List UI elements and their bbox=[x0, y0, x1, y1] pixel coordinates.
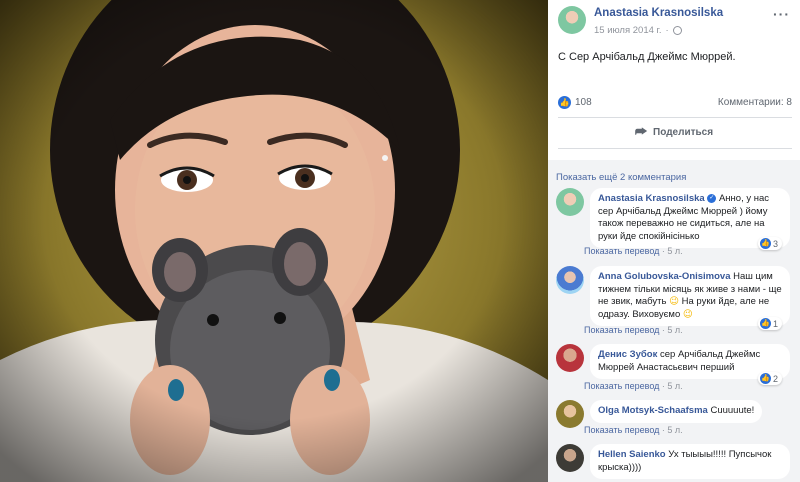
comment-item: Anastasia Krasnosilska ✓ Анно, у нас сер… bbox=[556, 188, 792, 248]
reaction-count: 2 bbox=[773, 373, 779, 384]
comment-reactions[interactable]: 👍 3 bbox=[758, 237, 783, 250]
post-date[interactable]: 15 июля 2014 г. bbox=[594, 25, 661, 36]
commenter-name[interactable]: Денис Зубок bbox=[598, 349, 657, 360]
likes-summary[interactable]: 👍 108 bbox=[558, 96, 592, 109]
commenter-name[interactable]: Olga Motsyk-Schaafsma bbox=[598, 405, 708, 416]
commenter-avatar[interactable] bbox=[556, 344, 584, 372]
photo-illustration bbox=[0, 0, 548, 482]
commenter-name[interactable]: Anastasia Krasnosilska bbox=[598, 193, 705, 204]
translate-link[interactable]: Показать перевод bbox=[584, 425, 659, 435]
reaction-count: 1 bbox=[773, 318, 779, 329]
comment-reactions[interactable]: 👍 1 bbox=[758, 317, 783, 330]
dot-separator: · bbox=[661, 381, 665, 391]
comment-actions: Показать перевод · 5 л. bbox=[584, 381, 683, 391]
commenter-avatar[interactable] bbox=[556, 444, 584, 472]
comment-item: Hellen Saienko Ух тыыыы!!!!! Пупсычок кр… bbox=[556, 444, 792, 479]
comment-time[interactable]: 5 л. bbox=[667, 325, 682, 335]
wink-emoji-icon: 😉 bbox=[669, 296, 679, 307]
like-icon: 👍 bbox=[760, 238, 771, 249]
commenter-name[interactable]: Anna Golubovska-Onisimova bbox=[598, 271, 731, 282]
share-label: Поделиться bbox=[653, 126, 714, 138]
post-author[interactable]: Anastasia Krasnosilska bbox=[594, 6, 723, 20]
more-options-icon[interactable]: ··· bbox=[773, 6, 790, 22]
post-text: С Сер Арчібальд Джеймс Мюррей. bbox=[558, 51, 736, 63]
comment-item: Olga Motsyk-Schaafsma Cuuuuute! bbox=[556, 400, 792, 428]
comments-count[interactable]: Комментарии: 8 bbox=[718, 97, 792, 108]
author-avatar[interactable] bbox=[558, 6, 586, 34]
like-icon: 👍 bbox=[558, 96, 571, 109]
dot-separator: · bbox=[661, 325, 665, 335]
translate-link[interactable]: Показать перевод bbox=[584, 325, 659, 335]
comment-bubble: Hellen Saienko Ух тыыыы!!!!! Пупсычок кр… bbox=[590, 444, 790, 479]
comments-area: Показать ещё 2 комментария Anastasia Kra… bbox=[548, 160, 800, 482]
post-panel: Anastasia Krasnosilska 15 июля 2014 г. ·… bbox=[548, 0, 800, 482]
comment-time[interactable]: 5 л. bbox=[667, 381, 682, 391]
comment-reactions[interactable]: 👍 2 bbox=[758, 372, 783, 385]
comment-time[interactable]: 5 л. bbox=[667, 425, 682, 435]
comment-bubble: Anna Golubovska-Onisimova Наш цим тижнем… bbox=[590, 266, 790, 326]
share-button[interactable]: ⮫ Поделиться bbox=[548, 122, 800, 142]
share-icon: ⮫ bbox=[634, 124, 648, 139]
likes-count: 108 bbox=[575, 97, 592, 108]
comment-item: Денис Зубок сер Арчібальд Джеймс Мюррей … bbox=[556, 344, 792, 379]
like-icon: 👍 bbox=[760, 318, 771, 329]
comment-actions: Показать перевод · 5 л. bbox=[584, 325, 683, 335]
divider bbox=[558, 117, 792, 118]
comment-text: Cuuuuute! bbox=[710, 405, 755, 416]
verified-icon: ✓ bbox=[707, 193, 717, 203]
meta-separator: · bbox=[665, 25, 669, 36]
divider bbox=[558, 148, 792, 149]
translate-link[interactable]: Показать перевод bbox=[584, 246, 659, 256]
comment-item: Anna Golubovska-Onisimova Наш цим тижнем… bbox=[556, 266, 792, 326]
dot-separator: · bbox=[661, 246, 665, 256]
commenter-avatar[interactable] bbox=[556, 400, 584, 428]
post-header: Anastasia Krasnosilska 15 июля 2014 г. · bbox=[558, 6, 723, 36]
comment-time[interactable]: 5 л. bbox=[667, 246, 682, 256]
post-photo[interactable] bbox=[0, 0, 548, 482]
post-meta: 15 июля 2014 г. · bbox=[594, 25, 723, 36]
commenter-avatar[interactable] bbox=[556, 266, 584, 294]
commenter-avatar[interactable] bbox=[556, 188, 584, 216]
commenter-name[interactable]: Hellen Saienko bbox=[598, 449, 666, 460]
comment-bubble: Olga Motsyk-Schaafsma Cuuuuute! bbox=[590, 400, 763, 423]
reaction-count: 3 bbox=[773, 238, 779, 249]
show-more-comments[interactable]: Показать ещё 2 комментария bbox=[556, 172, 686, 183]
reactions-summary: 👍 108 Комментарии: 8 bbox=[558, 96, 792, 109]
globe-icon bbox=[672, 26, 682, 35]
translate-link[interactable]: Показать перевод bbox=[584, 381, 659, 391]
like-icon: 👍 bbox=[760, 373, 771, 384]
dot-separator: · bbox=[661, 425, 665, 435]
comment-actions: Показать перевод · 5 л. bbox=[584, 425, 683, 435]
wink-emoji-icon: 😉 bbox=[682, 308, 693, 320]
comment-actions: Показать перевод · 5 л. bbox=[584, 246, 683, 256]
